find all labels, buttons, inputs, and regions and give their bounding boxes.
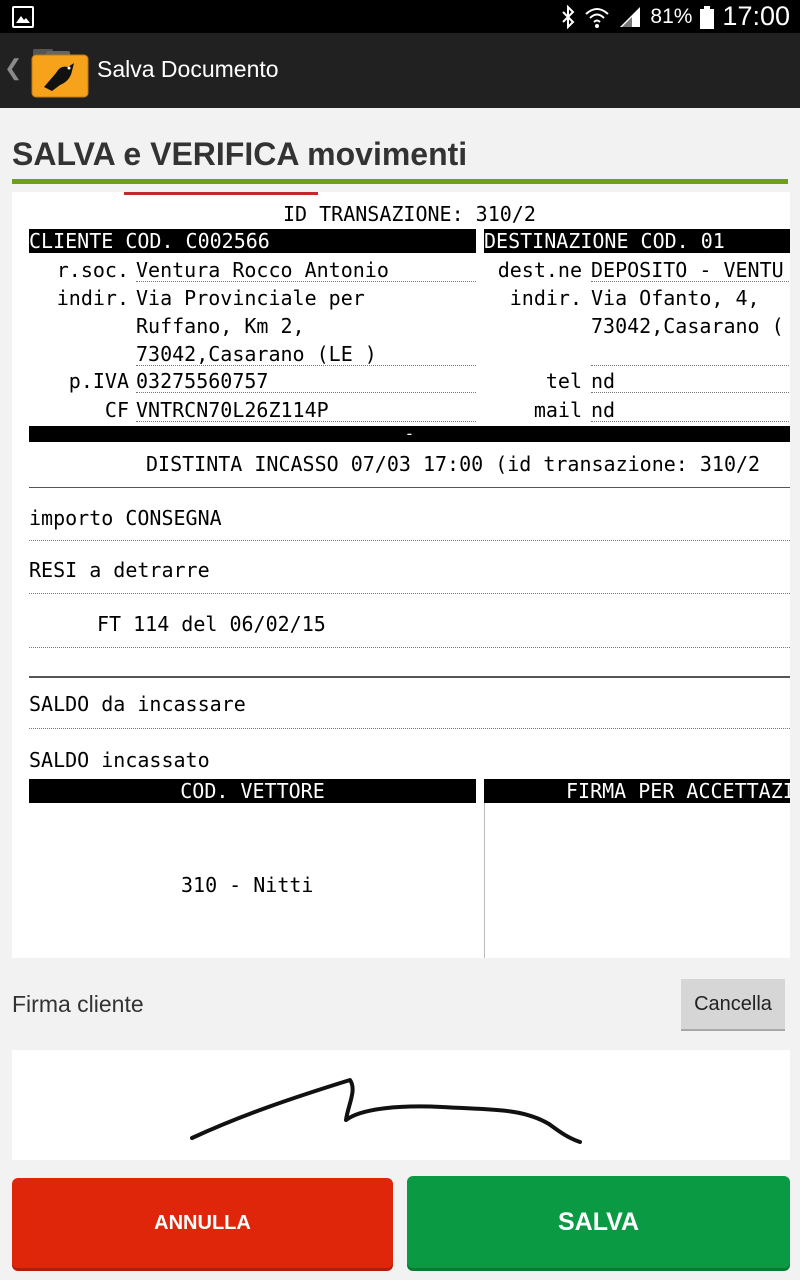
cliente-piva-value: 03275560757 (136, 369, 269, 393)
destinazione-header: DESTINAZIONE COD. 01 (484, 229, 790, 253)
divider (591, 421, 790, 422)
battery-percent: 81% (650, 4, 693, 28)
red-accent-line (124, 192, 318, 195)
divider (136, 392, 476, 393)
divider (484, 803, 485, 958)
dest-mail-value: nd (591, 398, 616, 422)
vettore-value: 310 - Nitti (181, 873, 314, 897)
firma-accettazione-header: FIRMA PER ACCETTAZIONE (484, 779, 790, 803)
cliente-header: CLIENTE COD. C002566 (29, 229, 476, 253)
cliente-cf-label: CF (104, 398, 129, 422)
dest-destne-value: DEPOSITO - VENTU (591, 258, 784, 282)
cliente-piva-label: p.IVA (68, 369, 129, 393)
cod-vettore-header: COD. VETTORE (29, 779, 476, 803)
dest-indir-line2: 73042,Casarano ( (591, 314, 784, 338)
dest-tel-value: nd (591, 369, 616, 393)
clock: 17:00 (722, 1, 790, 31)
status-bar: 81% 17:00 (0, 0, 800, 33)
salva-button[interactable]: SALVA (407, 1176, 790, 1268)
app-logo-icon[interactable] (30, 43, 90, 99)
bluetooth-icon (560, 4, 576, 29)
signature-pad[interactable] (12, 1050, 790, 1160)
divider (29, 728, 790, 729)
separator-bar: - (29, 426, 790, 442)
wifi-icon (584, 5, 610, 29)
cliente-indir-line2: Ruffano, Km 2, (136, 314, 305, 338)
annulla-button[interactable]: ANNULLA (12, 1178, 393, 1268)
cliente-indir-label: indir. (56, 286, 129, 310)
back-chevron-icon[interactable]: ❮ (4, 55, 22, 81)
document-preview[interactable]: ID TRANSAZIONE: 310/2 CLIENTE COD. C0025… (12, 192, 790, 958)
divider (29, 676, 790, 678)
id-transazione: ID TRANSAZIONE: 310/2 (283, 202, 536, 226)
dest-destne-label: dest.ne (497, 258, 582, 282)
divider (591, 365, 790, 366)
cliente-cf-value: VNTRCN70L26Z114P (136, 398, 329, 422)
resi-label: RESI a detrarre (29, 558, 210, 582)
divider (136, 421, 476, 422)
action-bar: ❮ Salva Documento (0, 33, 800, 108)
action-bar-title: Salva Documento (97, 56, 279, 82)
firma-cliente-label: Firma cliente (12, 991, 144, 1017)
cliente-rsoc-value: Ventura Rocco Antonio (136, 258, 389, 282)
dest-indir-line1: Via Ofanto, 4, (591, 286, 760, 310)
importo-consegna-label: importo CONSEGNA (29, 506, 222, 530)
divider (29, 487, 790, 488)
divider (591, 281, 790, 282)
cliente-rsoc-label: r.soc. (56, 258, 129, 282)
divider (136, 365, 476, 366)
page-title: SALVA e VERIFICA movimenti (12, 136, 468, 172)
dest-indir-label: indir. (509, 286, 582, 310)
cliente-indir-line3: 73042,Casarano (LE ) (136, 342, 377, 366)
saldo-da-incassare-label: SALDO da incassare (29, 692, 246, 716)
image-icon (12, 6, 34, 28)
signature-stroke (190, 1078, 582, 1144)
battery-icon (700, 5, 715, 29)
dest-tel-label: tel (545, 369, 582, 393)
divider (591, 392, 790, 393)
divider (29, 540, 790, 541)
divider (29, 593, 790, 594)
signal-icon (618, 5, 642, 29)
divider (29, 647, 790, 648)
title-underline (12, 179, 788, 184)
ft-line: FT 114 del 06/02/15 (97, 612, 326, 636)
saldo-incassato-label: SALDO incassato (29, 748, 210, 772)
dest-mail-label: mail (533, 398, 582, 422)
distinta-incasso: DISTINTA INCASSO 07/03 17:00 (id transaz… (146, 452, 761, 476)
cancel-signature-button[interactable]: Cancella (681, 979, 785, 1031)
cliente-indir-line1: Via Provinciale per (136, 286, 365, 310)
divider (136, 281, 476, 282)
